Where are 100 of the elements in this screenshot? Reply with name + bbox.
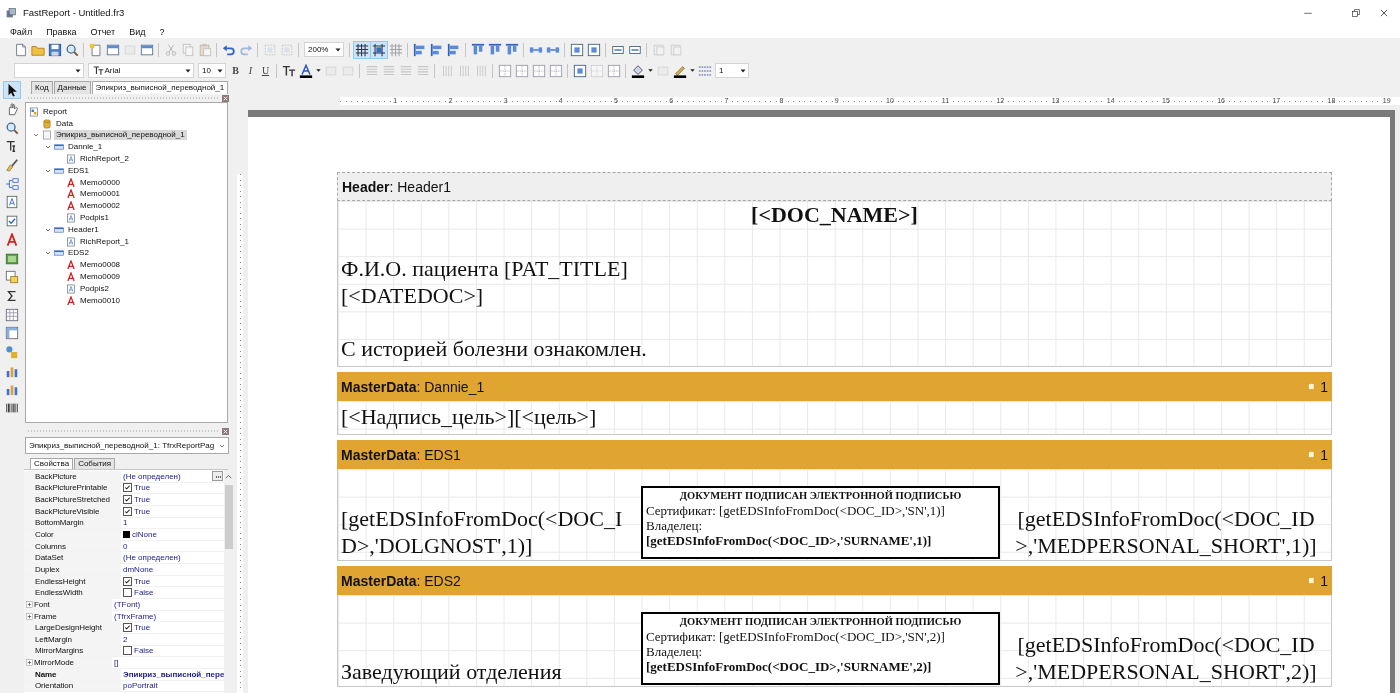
report-title: [<DOC_NAME>] [750, 201, 919, 228]
property-name: BackPicture [24, 471, 121, 482]
tree-item[interactable]: Podpis2 [78, 283, 111, 294]
tree-item[interactable]: Data [54, 118, 75, 129]
expand-icon[interactable] [26, 659, 33, 667]
tab[interactable]: Эпикриз_выписной_переводной_1 [91, 81, 229, 94]
combo-box[interactable]: Arial [88, 63, 194, 78]
property-name: EndlessWidth [24, 587, 121, 599]
frame-icon[interactable] [571, 62, 588, 79]
property-value: Эпикриз_выписной_пере [122, 668, 225, 680]
frame-lines-icon[interactable] [605, 62, 622, 79]
object-selector[interactable]: Эпикриз_выписной_переводной_1: TfrxReportPag [25, 437, 229, 454]
caret-icon[interactable] [688, 67, 696, 74]
scroll-up-icon[interactable] [224, 472, 234, 481]
bold-button[interactable]: B [228, 63, 243, 78]
property-name: BackPictureVisible [24, 505, 121, 517]
frame-lines-icon[interactable] [496, 62, 513, 79]
page-icon [42, 130, 52, 141]
checkbox[interactable] [123, 646, 132, 656]
tree-item[interactable]: Memo0010 [78, 295, 123, 306]
pointer-icon[interactable] [4, 82, 20, 99]
band-title: MasterData: EDS2 [341, 572, 461, 589]
tree-item[interactable]: Memo0008 [78, 260, 123, 271]
band-header[interactable]: Header: Header1 [337, 172, 1332, 201]
checkbox[interactable] [123, 495, 132, 505]
menu-item[interactable]: ? [158, 26, 166, 37]
checkbox[interactable] [123, 588, 132, 598]
tree-item[interactable]: EDS1 [66, 165, 91, 176]
tree-item[interactable]: RichReport_1 [78, 236, 131, 247]
band-header[interactable]: MasterData: EDS1 1 [337, 440, 1332, 469]
tab[interactable]: Код [31, 81, 53, 94]
tree-item[interactable]: RichReport_2 [78, 154, 131, 165]
menu-item[interactable]: Правка [45, 26, 78, 37]
tree-icon[interactable] [4, 175, 20, 192]
tab[interactable]: Данные [53, 81, 91, 94]
property-value: 2 [122, 633, 129, 645]
frame-lines-icon[interactable] [513, 62, 530, 79]
expand-icon[interactable] [26, 612, 33, 620]
menu-item[interactable]: Файл [9, 26, 34, 37]
menu-item[interactable]: Отчет [89, 26, 117, 37]
combo-box[interactable]: 200% [304, 42, 344, 57]
letter-a-icon [66, 295, 76, 306]
letter-a-icon [66, 201, 76, 212]
tree-item[interactable]: EDS2 [66, 248, 91, 259]
letter-a-icon[interactable] [4, 231, 20, 248]
property-name: Duplex [24, 564, 121, 575]
tree-item[interactable]: Эпикриз_выписной_переводной_1 [54, 130, 187, 141]
rich-text-icon[interactable] [4, 194, 20, 211]
frame-icon[interactable] [568, 41, 585, 58]
font-icon [92, 65, 104, 76]
tree-item[interactable]: Memo0002 [78, 201, 123, 212]
tree-item[interactable]: Report [41, 106, 69, 117]
stamp-heading: ДОКУМЕНТ ПОДПИСАН ЭЛЕКТРОННОЙ ПОДПИСЬЮ [678, 615, 963, 629]
frame-icon[interactable] [585, 41, 602, 58]
combo-box[interactable]: 1 [715, 63, 749, 78]
checkbox[interactable] [123, 483, 132, 493]
close-icon[interactable] [222, 427, 229, 435]
tree-item[interactable]: Memo0000 [78, 177, 123, 188]
expand-icon[interactable] [26, 600, 33, 608]
report-text: [<DATEDOC>] [341, 282, 485, 309]
band-icon [54, 142, 64, 153]
flag-icon [1307, 450, 1317, 459]
report-text: [getEDSInfoFromDoc(<DOC_ID>,'MEDPERSONAL_SHORT',2)] [1014, 631, 1318, 685]
paint-bucket-icon[interactable] [629, 62, 646, 79]
checkbox[interactable] [123, 576, 132, 586]
brush-icon[interactable] [4, 157, 20, 174]
underline-button[interactable]: U [258, 63, 273, 78]
report-icon [29, 106, 39, 117]
grid-icon[interactable] [353, 41, 370, 58]
frame-lines-icon[interactable] [547, 62, 564, 79]
crosstab-icon[interactable] [4, 325, 20, 342]
menu-item[interactable]: Вид [128, 26, 147, 37]
checkbox[interactable] [123, 506, 132, 516]
tree-item[interactable]: Podpis1 [78, 213, 111, 224]
caret-icon[interactable] [646, 67, 654, 74]
restore-icon[interactable] [1350, 6, 1362, 19]
ellipsis-button[interactable] [212, 471, 224, 482]
stamp-text: Сертификат: [getEDSInfoFromDoc(<DOC_ID>,'SN',2)] [646, 629, 946, 644]
tree-item[interactable]: Memo0009 [78, 272, 123, 283]
band-header[interactable]: MasterData: Dannie_1 1 [337, 372, 1332, 401]
caret-icon[interactable] [314, 67, 322, 74]
scrollbar-thumb[interactable] [224, 485, 233, 549]
page-icon[interactable] [87, 41, 104, 58]
tree-item[interactable]: Header1 [66, 224, 101, 235]
tree-item[interactable]: Dannie_1 [66, 142, 105, 153]
shapes-icon[interactable] [4, 343, 20, 360]
italic-button[interactable]: I [243, 63, 258, 78]
band-title: Header: Header1 [342, 178, 451, 195]
font-color-icon[interactable] [297, 62, 314, 79]
tree-item[interactable]: Memo0001 [78, 189, 123, 200]
property-name: Color [24, 529, 121, 540]
frame-lines-icon[interactable] [530, 62, 547, 79]
checkbox[interactable] [123, 623, 132, 633]
close-icon[interactable] [222, 94, 229, 102]
property-name: Name [24, 668, 121, 680]
floppy-icon[interactable] [46, 41, 63, 58]
property-value: (TfrxFrame) [113, 610, 158, 622]
combo-box[interactable]: 10 [198, 63, 226, 78]
grid-icon[interactable] [370, 41, 387, 58]
band-header[interactable]: MasterData: EDS2 1 [337, 566, 1332, 595]
